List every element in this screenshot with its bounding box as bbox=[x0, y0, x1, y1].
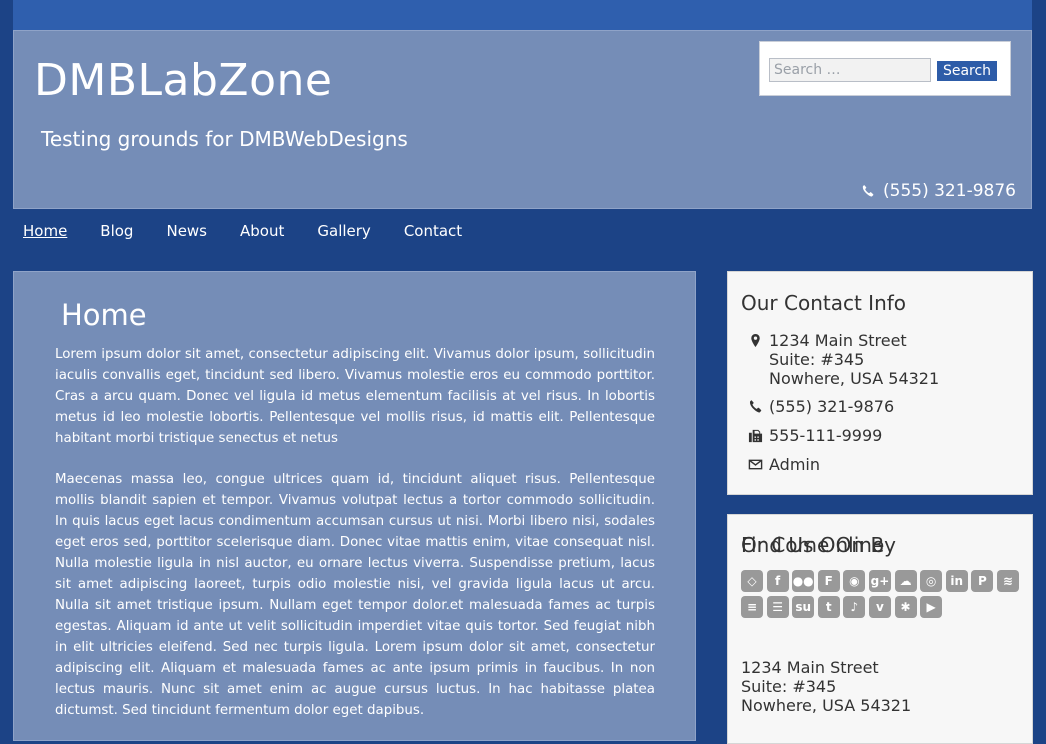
contact-email-link[interactable]: Admin bbox=[769, 455, 820, 474]
nav-contact[interactable]: Contact bbox=[404, 222, 462, 240]
foursquare-icon[interactable]: F bbox=[817, 570, 840, 592]
map-marker-icon bbox=[750, 333, 760, 348]
instagram-icon[interactable]: ◎ bbox=[920, 570, 943, 592]
vimeo-icon[interactable]: v bbox=[868, 596, 891, 618]
search-input[interactable] bbox=[769, 58, 931, 82]
contact-info-widget: Our Contact Info 1234 Main Street Suite:… bbox=[727, 271, 1033, 495]
site-tagline: Testing grounds for DMBWebDesigns bbox=[41, 127, 408, 151]
flickr-icon[interactable]: ●● bbox=[792, 570, 815, 592]
address-line: Nowhere, USA 54321 bbox=[741, 696, 912, 715]
header-phone: (555) 321-9876 bbox=[861, 181, 1016, 201]
fax-icon bbox=[748, 429, 762, 443]
main-nav: Home Blog News About Gallery Contact bbox=[23, 222, 495, 240]
or-come-by-heading: Or Come On By bbox=[741, 533, 896, 557]
widget-title: Our Contact Info bbox=[741, 291, 907, 315]
phone-icon bbox=[862, 185, 874, 197]
site-title[interactable]: DMBLabZone bbox=[34, 55, 332, 106]
nav-home[interactable]: Home bbox=[23, 222, 67, 240]
address-line: Nowhere, USA 54321 bbox=[769, 369, 940, 388]
page-title: Home bbox=[61, 298, 147, 332]
nav-about[interactable]: About bbox=[240, 222, 284, 240]
stack-overflow-icon[interactable]: ☰ bbox=[766, 596, 789, 618]
pinterest-icon[interactable]: P bbox=[971, 570, 994, 592]
codepen-icon[interactable]: ◇ bbox=[741, 570, 763, 592]
header-phone-number[interactable]: (555) 321-9876 bbox=[883, 181, 1016, 201]
twitter-icon[interactable]: ♪ bbox=[843, 596, 866, 618]
rss-icon[interactable]: ≋ bbox=[996, 570, 1019, 592]
tumblr-icon[interactable]: t bbox=[817, 596, 840, 618]
top-bar bbox=[13, 0, 1032, 30]
nav-blog[interactable]: Blog bbox=[100, 222, 133, 240]
address-line: 1234 Main Street bbox=[769, 331, 907, 350]
envelope-icon bbox=[748, 459, 762, 470]
content-paragraph: Lorem ipsum dolor sit amet, consectetur … bbox=[55, 347, 655, 446]
google-plus-icon[interactable]: g+ bbox=[868, 570, 891, 592]
nav-news[interactable]: News bbox=[166, 222, 207, 240]
contact-phone: (555) 321-9876 bbox=[741, 397, 894, 416]
linkedin-icon[interactable]: in bbox=[945, 570, 968, 592]
address-line: 1234 Main Street bbox=[741, 658, 879, 677]
contact-fax-number: 555-111-9999 bbox=[769, 426, 883, 445]
nav-gallery[interactable]: Gallery bbox=[317, 222, 370, 240]
soundcloud-icon[interactable]: ☁ bbox=[894, 570, 917, 592]
address-line: Suite: #345 bbox=[741, 677, 837, 696]
content-paragraph: Maecenas massa leo, congue ultrices quam… bbox=[55, 472, 655, 718]
location-address: 1234 Main Street Suite: #345 Nowhere, US… bbox=[741, 658, 911, 715]
stack-exchange-icon[interactable]: ≡ bbox=[741, 596, 763, 618]
stumbleupon-icon[interactable]: su bbox=[792, 596, 815, 618]
github-icon[interactable]: ◉ bbox=[843, 570, 866, 592]
find-us-online-widget: Find Us Online ◇ f ●● F ◉ g+ ☁ ◎ in P ≋ … bbox=[727, 514, 1033, 744]
contact-fax: 555-111-9999 bbox=[741, 426, 882, 445]
address-line: Suite: #345 bbox=[769, 350, 865, 369]
search-button[interactable]: Search bbox=[937, 61, 997, 81]
site-header: DMBLabZone Testing grounds for DMBWebDes… bbox=[13, 30, 1032, 209]
facebook-icon[interactable]: f bbox=[766, 570, 789, 592]
contact-phone-number[interactable]: (555) 321-9876 bbox=[769, 397, 894, 416]
contact-email: Admin bbox=[741, 455, 820, 474]
social-icons: ◇ f ●● F ◉ g+ ☁ ◎ in P ≋ ≡ ☰ su t ♪ v ✱ … bbox=[741, 570, 1031, 622]
main-content: Home Lorem ipsum dolor sit amet, consect… bbox=[13, 271, 696, 741]
yelp-icon[interactable]: ✱ bbox=[894, 596, 917, 618]
phone-icon bbox=[749, 400, 761, 413]
contact-address: 1234 Main Street Suite: #345 Nowhere, US… bbox=[741, 331, 939, 388]
youtube-icon[interactable]: ▶ bbox=[920, 596, 943, 618]
search-form: Search bbox=[759, 41, 1011, 96]
